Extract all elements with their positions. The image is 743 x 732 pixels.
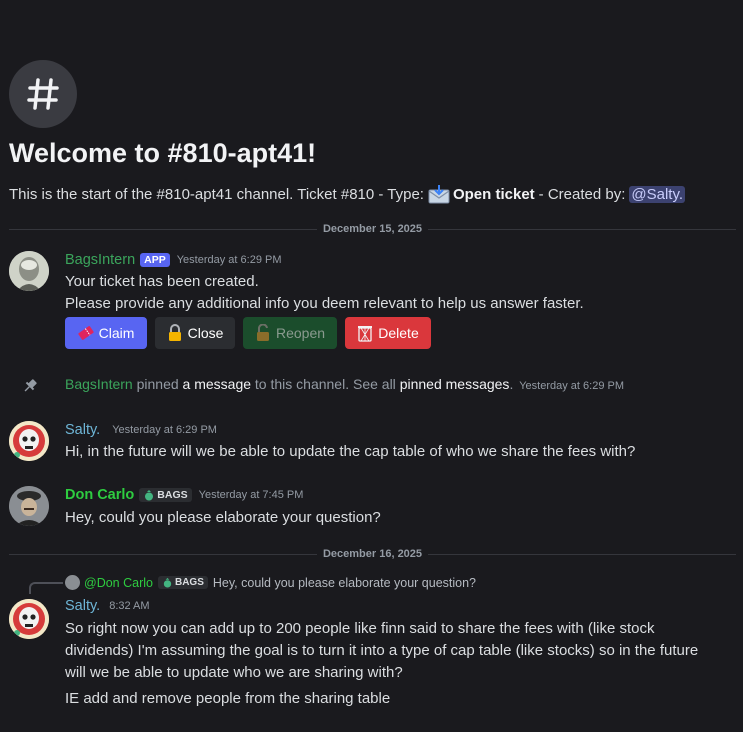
bags-tag-label: BAGS: [174, 577, 204, 588]
timestamp[interactable]: 8:32 AM: [109, 600, 149, 612]
message-text: IE add and remove people from the sharin…: [65, 690, 391, 707]
timestamp[interactable]: Yesterday at 6:29 PM: [177, 254, 282, 266]
message-text: Hi, in the future will we be able to upd…: [65, 443, 636, 460]
avatar[interactable]: [9, 599, 49, 639]
delete-label: Delete: [378, 325, 419, 341]
date-divider-label: December 16, 2025: [322, 548, 423, 560]
message-text: Hey, could you please elaborate your que…: [65, 509, 381, 526]
lock-icon: [168, 324, 181, 341]
message-text: Please provide any additional info you d…: [65, 295, 584, 312]
system-period: .: [509, 376, 514, 392]
bags-tag-label: BAGS: [157, 489, 188, 501]
channel-intro: This is the start of the #810-apt41 chan…: [9, 184, 686, 204]
reply-author[interactable]: @Don Carlo: [84, 576, 153, 590]
reply-preview[interactable]: @Don Carlo BAGS Hey, could you please el…: [65, 575, 476, 590]
pinned-messages-link[interactable]: pinned messages: [400, 376, 510, 392]
close-label: Close: [187, 325, 224, 341]
unlock-icon: [256, 324, 269, 341]
timestamp[interactable]: Yesterday at 6:29 PM: [112, 424, 217, 436]
reply-text: Hey, could you please elaborate your que…: [212, 575, 477, 590]
author-name[interactable]: Don Carlo: [65, 487, 134, 503]
claim-label: Claim: [98, 325, 135, 341]
hash-icon: [27, 78, 59, 110]
bags-tag: BAGS: [157, 576, 208, 589]
ticket-icon: [77, 326, 94, 340]
date-divider: December 15, 2025: [9, 222, 737, 236]
message-text: will we be able to update who we are sha…: [65, 664, 403, 681]
delete-button[interactable]: Delete: [345, 317, 431, 349]
creator-mention[interactable]: @Salty.: [629, 185, 686, 203]
date-divider-label: December 15, 2025: [322, 223, 423, 235]
system-text: to this channel. See all: [254, 376, 396, 392]
author-name[interactable]: BagsIntern: [65, 252, 135, 268]
reopen-label: Reopen: [275, 325, 326, 341]
timestamp[interactable]: Yesterday at 7:45 PM: [199, 489, 304, 501]
avatar[interactable]: [9, 421, 49, 461]
intro-created-by: - Created by:: [538, 185, 626, 203]
system-message: BagsIntern pinned a message to this chan…: [65, 376, 624, 392]
avatar[interactable]: [9, 486, 49, 526]
pin-icon: [22, 378, 38, 399]
claim-button[interactable]: Claim: [65, 317, 147, 349]
channel-welcome-title: Welcome to #810-apt41!: [9, 138, 317, 168]
author-name[interactable]: Salty.: [65, 598, 100, 614]
message-header: Salty. 8:32 AM: [65, 598, 150, 614]
intro-ticket-type: Open ticket: [452, 185, 535, 203]
timestamp[interactable]: Yesterday at 6:29 PM: [519, 380, 624, 392]
money-bag-icon: [163, 577, 172, 588]
author-name[interactable]: Salty.: [65, 422, 100, 438]
system-pinned-text: pinned: [136, 376, 179, 392]
message-text: dividends) I'm assuming the goal is to t…: [65, 642, 699, 659]
channel-hash-avatar: [9, 60, 77, 128]
close-button[interactable]: Close: [155, 317, 235, 349]
date-divider: December 16, 2025: [9, 547, 737, 561]
reply-avatar: [65, 575, 80, 590]
message-header: Salty. Yesterday at 6:29 PM: [65, 422, 217, 438]
reopen-button[interactable]: Reopen: [243, 317, 337, 349]
bags-tag: BAGS: [139, 488, 192, 502]
app-tag: APP: [140, 253, 170, 267]
message-header: Don Carlo BAGS Yesterday at 7:45 PM: [65, 487, 303, 503]
message-text: So right now you can add up to 200 peopl…: [65, 620, 655, 637]
message-text: Your ticket has been created.: [65, 273, 259, 290]
trash-icon: [358, 326, 373, 342]
avatar[interactable]: [9, 251, 49, 291]
message-header: BagsIntern APP Yesterday at 6:29 PM: [65, 252, 282, 268]
pinned-message-link[interactable]: a message: [183, 376, 251, 392]
money-bag-icon: [145, 490, 154, 501]
intro-text: This is the start of the #810-apt41 chan…: [9, 185, 424, 203]
system-actor[interactable]: BagsIntern: [65, 376, 133, 392]
envelope-icon: [428, 184, 450, 204]
reply-spine: [29, 582, 63, 594]
